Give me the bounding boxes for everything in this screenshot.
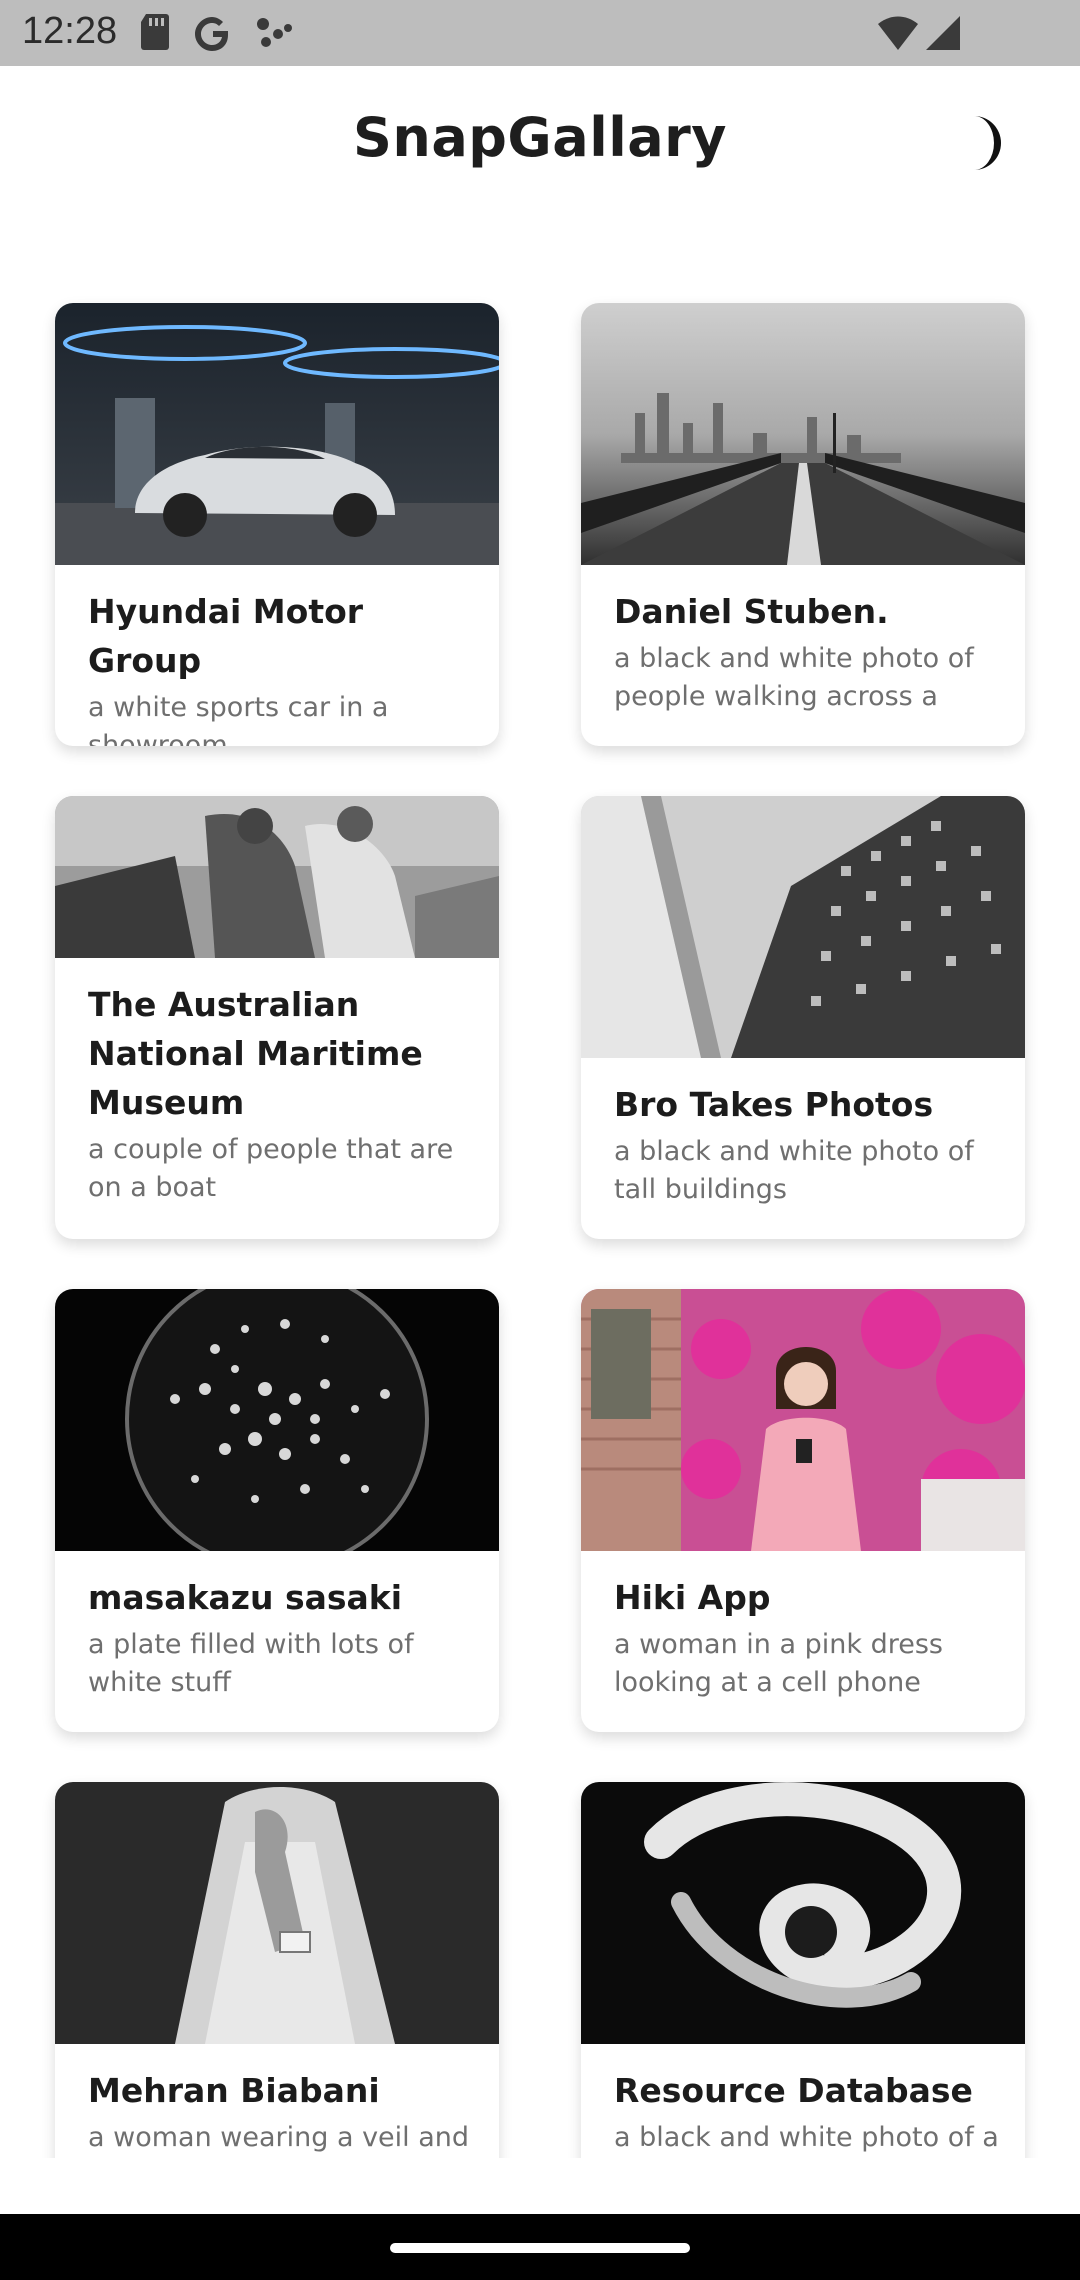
gallery-grid: Hyundai Motor Group a white sports car i…	[55, 303, 1025, 2158]
moon-icon[interactable]	[952, 112, 1014, 174]
card-title: Daniel Stuben.	[614, 592, 889, 631]
card-image	[55, 1782, 499, 2044]
card-image	[55, 303, 499, 565]
card-description: a white sports car in a showroom	[88, 692, 389, 746]
card-description: a black and white photo of tall building…	[614, 1136, 974, 1205]
gallery-card[interactable]: Daniel Stuben. a black and white photo o…	[581, 303, 1025, 746]
home-indicator[interactable]	[390, 2243, 690, 2253]
card-title: Hiki App	[614, 1578, 771, 1617]
gallery-card[interactable]: masakazu sasaki a plate filled with lots…	[55, 1289, 499, 1732]
card-image	[581, 796, 1025, 1058]
gallery-scroll[interactable]: Hyundai Motor Group a white sports car i…	[0, 216, 1080, 2158]
card-description: a black and white photo of people walkin…	[614, 643, 974, 712]
card-image	[581, 1782, 1025, 2044]
gallery-card[interactable]: The Australian National Maritime Museum …	[55, 796, 499, 1239]
card-title: masakazu sasaki	[88, 1578, 403, 1617]
gallery-card[interactable]: Hiki App a woman in a pink dress looking…	[581, 1289, 1025, 1732]
card-title: Resource Database	[614, 2071, 973, 2110]
gallery-card[interactable]: Bro Takes Photos a black and white photo…	[581, 796, 1025, 1239]
signal-icon	[926, 16, 960, 50]
gallery-card[interactable]: Hyundai Motor Group a white sports car i…	[55, 303, 499, 746]
card-image	[55, 796, 499, 958]
card-description: a couple of people that are on a boat	[88, 1134, 454, 1203]
gallery-card[interactable]: Mehran Biabani a woman wearing a veil an…	[55, 1782, 499, 2158]
card-image	[581, 1289, 1025, 1551]
gallery-card[interactable]: Resource Database a black and white phot…	[581, 1782, 1025, 2158]
status-bar: 12:28	[0, 0, 1080, 66]
card-title: Hyundai Motor Group	[88, 592, 364, 680]
card-title: The Australian National Maritime Museum	[88, 985, 423, 1122]
dots-icon	[257, 18, 292, 47]
card-description: a plate filled with lots of white stuff	[88, 1629, 414, 1698]
app-header: SnapGallary	[0, 66, 1080, 216]
google-icon	[195, 17, 228, 51]
app-title: SnapGallary	[353, 106, 727, 169]
card-description: a black and white photo of a	[614, 2122, 999, 2153]
card-description: a woman wearing a veil and	[88, 2122, 470, 2153]
navigation-bar	[0, 2214, 1080, 2280]
card-title: Mehran Biabani	[88, 2071, 380, 2110]
card-title: Bro Takes Photos	[614, 1085, 934, 1124]
card-description: a woman in a pink dress looking at a cel…	[614, 1629, 943, 1698]
status-time: 12:28	[22, 10, 118, 52]
card-image	[581, 303, 1025, 565]
wifi-icon	[878, 16, 918, 50]
sd-card-icon	[141, 14, 169, 50]
card-image	[55, 1289, 499, 1551]
